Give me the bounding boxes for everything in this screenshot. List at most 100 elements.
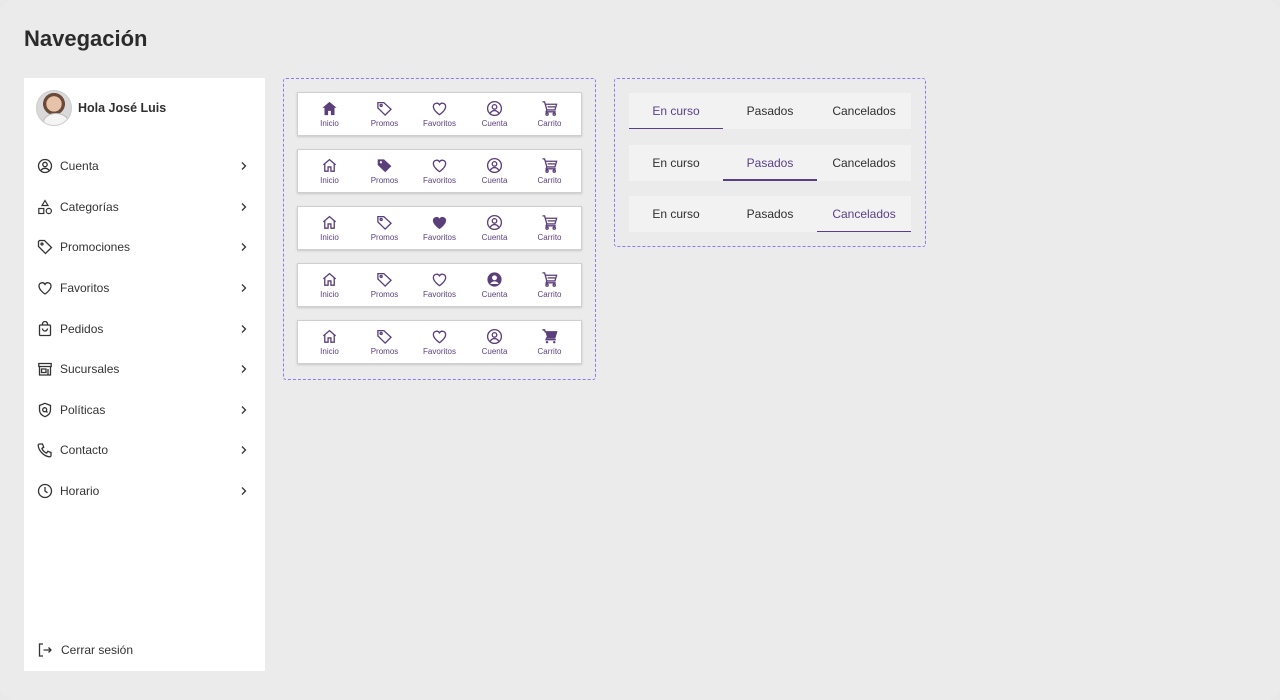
nav-item-favoritos[interactable]: Favoritos [413,214,467,242]
nav-item-label: Inicio [320,176,339,185]
order-tab-bar: En curso Pasados Cancelados [629,196,911,232]
nav-item-cuenta[interactable]: Cuenta [468,214,522,242]
nav-item-favoritos[interactable]: Favoritos [413,157,467,185]
nav-item-promos[interactable]: Promos [358,271,412,299]
sidebar-item-sucursales[interactable]: Sucursales [24,349,265,390]
heart-icon [37,280,53,296]
nav-item-favoritos[interactable]: Favoritos [413,271,467,299]
logout-button[interactable]: Cerrar sesión [37,642,133,658]
nav-item-carrito[interactable]: Carrito [523,214,577,242]
nav-item-promos[interactable]: Promos [358,328,412,356]
sidebar-item-pedidos[interactable]: Pedidos [24,308,265,349]
sidebar-item-label: Horario [60,484,100,499]
logout-label: Cerrar sesión [61,643,134,657]
nav-item-label: Carrito [537,233,562,242]
nav-item-inicio[interactable]: Inicio [303,271,357,299]
avatar [36,90,72,126]
nav-item-cuenta[interactable]: Cuenta [468,271,522,299]
sidebar-menu: Hola José Luis Cuenta Categorías Promoci… [24,78,265,671]
nav-item-label: Promos [370,176,399,185]
sidebar-item-categorias[interactable]: Categorías [24,187,265,228]
home-icon [321,328,338,345]
chevron-right-icon [241,487,247,496]
tag-icon [376,157,393,174]
tab-en-curso[interactable]: En curso [629,196,723,232]
shield-icon [37,402,53,418]
heart-icon [431,271,448,288]
tab-cancelados[interactable]: Cancelados [817,145,911,181]
heart-icon [431,328,448,345]
chevron-right-icon [241,162,247,171]
cart-icon [541,100,558,117]
nav-item-label: Cuenta [481,290,508,299]
sidebar-item-politicas[interactable]: Políticas [24,390,265,431]
nav-item-inicio[interactable]: Inicio [303,157,357,185]
tag-icon [376,271,393,288]
nav-item-label: Inicio [320,290,339,299]
tab-pasados[interactable]: Pasados [723,93,817,129]
nav-item-label: Inicio [320,347,339,356]
nav-item-cuenta[interactable]: Cuenta [468,328,522,356]
nav-item-label: Promos [370,347,399,356]
nav-item-cuenta[interactable]: Cuenta [468,157,522,185]
tab-pasados[interactable]: Pasados [723,196,817,232]
sidebar-item-cuenta[interactable]: Cuenta [24,146,265,187]
nav-item-label: Carrito [537,119,562,128]
nav-item-label: Inicio [320,119,339,128]
sidebar-item-contacto[interactable]: Contacto [24,430,265,471]
nav-item-label: Carrito [537,176,562,185]
bottom-nav-bar: Inicio Promos Favoritos Cuenta Carrito [297,263,582,307]
bottom-nav-variants: Inicio Promos Favoritos Cuenta Carrito Inicio… [283,78,596,380]
nav-item-promos[interactable]: Promos [358,214,412,242]
nav-item-label: Favoritos [423,290,456,299]
order-tab-bar: En curso Pasados Cancelados [629,144,911,181]
nav-item-carrito[interactable]: Carrito [523,157,577,185]
chevron-right-icon [241,284,247,293]
nav-item-label: Cuenta [481,233,508,242]
tab-en-curso[interactable]: En curso [629,93,723,129]
bottom-nav-bar: Inicio Promos Favoritos Cuenta Carrito [297,149,582,193]
bottom-nav-bar: Inicio Promos Favoritos Cuenta Carrito [297,320,582,364]
nav-item-promos[interactable]: Promos [358,100,412,128]
tag-icon [376,328,393,345]
logout-icon [37,642,53,658]
order-tab-bar: En curso Pasados Cancelados [629,93,911,129]
nav-item-favoritos[interactable]: Favoritos [413,100,467,128]
sidebar-item-label: Cuenta [60,159,99,174]
tab-en-curso[interactable]: En curso [629,145,723,181]
nav-item-inicio[interactable]: Inicio [303,214,357,242]
user-circle-icon [486,157,503,174]
sidebar-item-label: Promociones [60,240,131,255]
nav-item-inicio[interactable]: Inicio [303,100,357,128]
order-tab-variants: En curso Pasados Cancelados En curso Pasados… [614,78,926,247]
sidebar-item-favoritos[interactable]: Favoritos [24,268,265,309]
sidebar-item-promociones[interactable]: Promociones [24,227,265,268]
chevron-right-icon [241,324,247,333]
tab-cancelados[interactable]: Cancelados [817,196,911,232]
nav-item-carrito[interactable]: Carrito [523,100,577,128]
tab-cancelados[interactable]: Cancelados [817,93,911,129]
user-circle-icon [486,214,503,231]
nav-item-label: Favoritos [423,119,456,128]
store-icon [37,361,53,377]
tab-pasados[interactable]: Pasados [723,145,817,181]
nav-item-inicio[interactable]: Inicio [303,328,357,356]
user-profile[interactable]: Hola José Luis [36,90,166,126]
heart-icon [431,100,448,117]
nav-item-label: Carrito [537,290,562,299]
cart-icon [541,328,558,345]
nav-item-carrito[interactable]: Carrito [523,271,577,299]
sidebar-nav: Cuenta Categorías Promociones Favoritos … [24,146,265,511]
chevron-right-icon [241,202,247,211]
sidebar-item-horario[interactable]: Horario [24,471,265,512]
nav-item-promos[interactable]: Promos [358,157,412,185]
nav-item-label: Cuenta [481,119,508,128]
home-icon [321,100,338,117]
sidebar-item-label: Contacto [60,443,109,458]
nav-item-favoritos[interactable]: Favoritos [413,328,467,356]
nav-item-label: Promos [370,119,399,128]
clock-icon [37,483,53,499]
nav-item-cuenta[interactable]: Cuenta [468,100,522,128]
user-circle-icon [486,271,503,288]
nav-item-carrito[interactable]: Carrito [523,328,577,356]
